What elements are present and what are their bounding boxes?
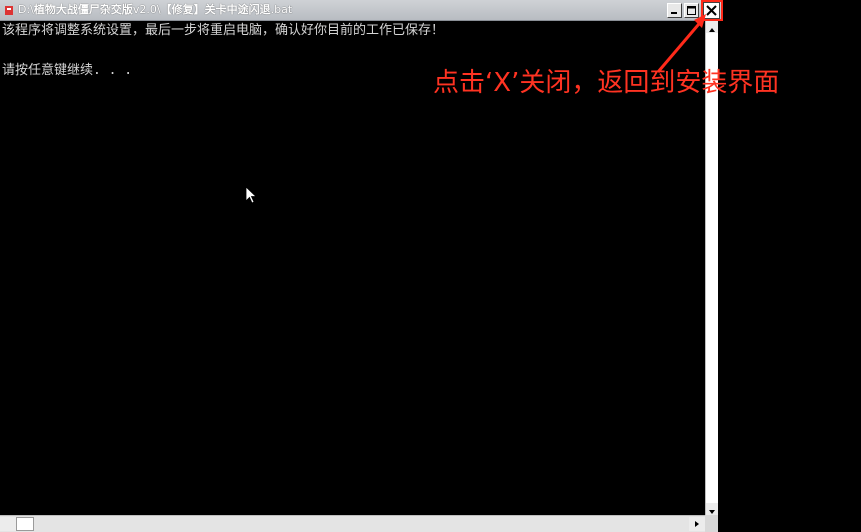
console-line: 该程序将调整系统设置，最后一步将重启电脑，确认好你目前的工作已保存！	[2, 23, 445, 38]
batch-file-icon	[5, 6, 13, 15]
scroll-down-button[interactable]	[706, 503, 718, 515]
scroll-thumb[interactable]	[16, 517, 34, 531]
scroll-track[interactable]	[706, 33, 718, 503]
arrow-right-icon	[695, 521, 699, 527]
scrollbar-corner	[705, 515, 718, 532]
horizontal-scrollbar[interactable]	[0, 515, 705, 532]
annotation-text: 点击‘X’关闭，返回到安装界面	[433, 68, 780, 98]
console-line: 请按任意键继续. . .	[2, 63, 133, 78]
mouse-pointer-icon	[246, 187, 258, 204]
window-title: D:\植物大战僵尸杂交版v2.0\【修复】关卡中途闪退.bat	[18, 3, 293, 16]
scroll-right-button[interactable]	[689, 517, 705, 531]
window-titlebar[interactable]: D:\植物大战僵尸杂交版v2.0\【修复】关卡中途闪退.bat	[0, 0, 722, 21]
scroll-left-button[interactable]	[0, 517, 16, 531]
